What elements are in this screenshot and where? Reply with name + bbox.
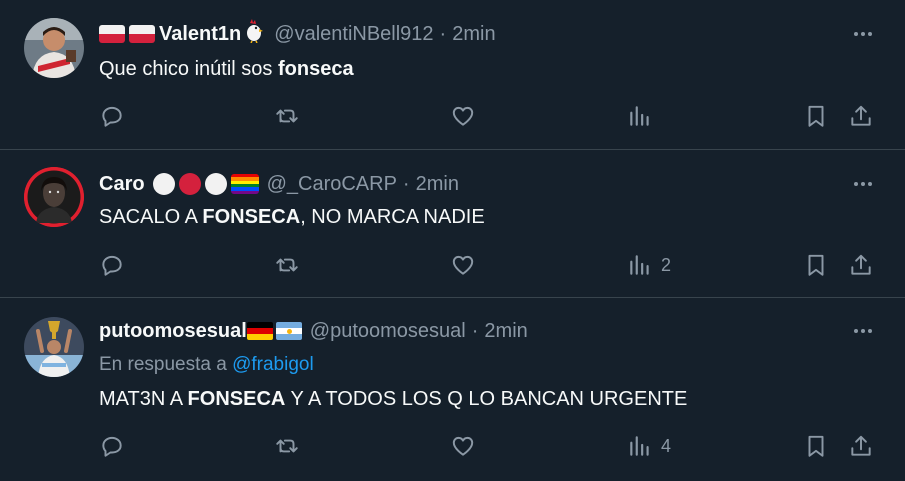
display-name[interactable]: Valent1n xyxy=(159,23,241,46)
display-name[interactable]: Caro xyxy=(99,173,145,196)
tweet-text-part: Y A TODOS LOS Q LO BANCAN URGENTE xyxy=(285,388,688,410)
timestamp[interactable]: 2min xyxy=(484,320,527,343)
views-button[interactable] xyxy=(627,101,661,131)
reply-icon xyxy=(102,255,122,276)
display-name[interactable]: putoomosesual xyxy=(99,320,247,343)
views-icon xyxy=(630,106,649,126)
like-icon xyxy=(452,436,474,456)
share-button[interactable] xyxy=(848,431,874,461)
tweet-text-part: SACALO A xyxy=(99,206,203,228)
views-count: 2 xyxy=(661,254,672,275)
reply-button[interactable] xyxy=(99,431,125,461)
views-button[interactable]: 4 xyxy=(627,431,671,461)
views-icon xyxy=(630,255,649,275)
like-button[interactable] xyxy=(450,101,476,131)
tweet-text: MAT3N A FONSECA Y A TODOS LOS Q LO BANCA… xyxy=(99,388,687,411)
tweet[interactable]: Valent1n @valentiNBell912 · 2min Que chi… xyxy=(0,0,905,150)
like-icon xyxy=(452,106,474,126)
share-icon xyxy=(851,254,871,275)
tweet-actions: 2 xyxy=(0,250,905,280)
reply-icon xyxy=(102,106,122,127)
poland-flag-icon xyxy=(99,25,125,43)
tweet-text: Que chico inútil sos fonseca xyxy=(99,58,354,81)
retweet-button[interactable] xyxy=(274,101,300,131)
bookmark-icon xyxy=(808,105,824,127)
tweet-text-highlight: fonseca xyxy=(277,58,354,80)
tweet[interactable]: Caro @_CaroCARP · 2min SACALO A FONSECA,… xyxy=(0,150,905,298)
timestamp[interactable]: 2min xyxy=(416,173,459,196)
tweet-text: SACALO A FONSECA, NO MARCA NADIE xyxy=(99,206,485,229)
views-count: 4 xyxy=(661,435,672,456)
tweet-actions xyxy=(0,101,905,131)
separator-dot: · xyxy=(402,172,410,195)
argentina-flag-icon xyxy=(275,322,302,340)
tweet-text-part: MAT3N A xyxy=(99,388,188,410)
reply-button[interactable] xyxy=(99,101,125,131)
retweet-button[interactable] xyxy=(274,250,300,280)
views-button[interactable]: 2 xyxy=(627,250,671,280)
timestamp[interactable]: 2min xyxy=(452,23,495,46)
more-icon[interactable] xyxy=(851,22,875,46)
tweet-actions: 4 xyxy=(0,431,905,461)
germany-flag-icon xyxy=(246,322,273,340)
share-icon xyxy=(851,435,871,456)
separator-dot: · xyxy=(439,22,447,45)
bookmark-icon xyxy=(808,435,824,457)
user-handle[interactable]: @putoomosesual xyxy=(310,320,466,343)
reply-prefix: En respuesta a xyxy=(99,354,233,375)
avatar[interactable] xyxy=(24,167,84,227)
avatar[interactable] xyxy=(24,317,84,377)
share-button[interactable] xyxy=(848,101,874,131)
tweet[interactable]: putoomosesual @putoomosesual · 2min En r… xyxy=(0,298,905,481)
separator-dot: · xyxy=(471,319,479,342)
bookmark-button[interactable] xyxy=(803,431,829,461)
avatar[interactable] xyxy=(24,18,84,78)
retweet-icon xyxy=(276,439,298,453)
reply-mention-link[interactable]: @frabigol xyxy=(232,354,314,375)
retweet-button[interactable] xyxy=(274,431,300,461)
like-button[interactable] xyxy=(450,431,476,461)
tweet-text-part: , NO MARCA NADIE xyxy=(300,206,485,228)
user-handle[interactable]: @_CaroCARP xyxy=(267,173,397,196)
tweet-header: Caro @_CaroCARP · 2min xyxy=(99,170,459,198)
share-button[interactable] xyxy=(848,250,874,280)
share-icon xyxy=(851,105,871,126)
bookmark-button[interactable] xyxy=(803,101,829,131)
more-icon[interactable] xyxy=(851,319,875,343)
tweet-text-highlight: FONSECA xyxy=(202,206,301,228)
tweet-header: Valent1n @valentiNBell912 · 2min xyxy=(99,19,496,49)
white-circle-icon xyxy=(204,173,227,195)
tweet-text-highlight: FONSECA xyxy=(187,388,286,410)
rooster-icon xyxy=(245,19,264,49)
reply-context: En respuesta a @frabigol xyxy=(99,354,314,376)
more-icon[interactable] xyxy=(851,172,875,196)
user-handle[interactable]: @valentiNBell912 xyxy=(274,23,433,46)
bookmark-button[interactable] xyxy=(803,250,829,280)
tweet-header: putoomosesual @putoomosesual · 2min xyxy=(99,317,528,345)
views-icon xyxy=(630,436,649,456)
red-circle-icon xyxy=(178,173,201,195)
poland-flag-icon xyxy=(129,25,155,43)
like-icon xyxy=(452,255,474,275)
white-circle-icon xyxy=(152,173,175,195)
reply-button[interactable] xyxy=(99,250,125,280)
bookmark-icon xyxy=(808,254,824,276)
retweet-icon xyxy=(276,109,298,123)
like-button[interactable] xyxy=(450,250,476,280)
retweet-icon xyxy=(276,258,298,272)
tweet-text-part: Que chico inútil sos xyxy=(99,58,278,80)
reply-icon xyxy=(102,436,122,457)
rainbow-flag-icon xyxy=(230,174,259,194)
